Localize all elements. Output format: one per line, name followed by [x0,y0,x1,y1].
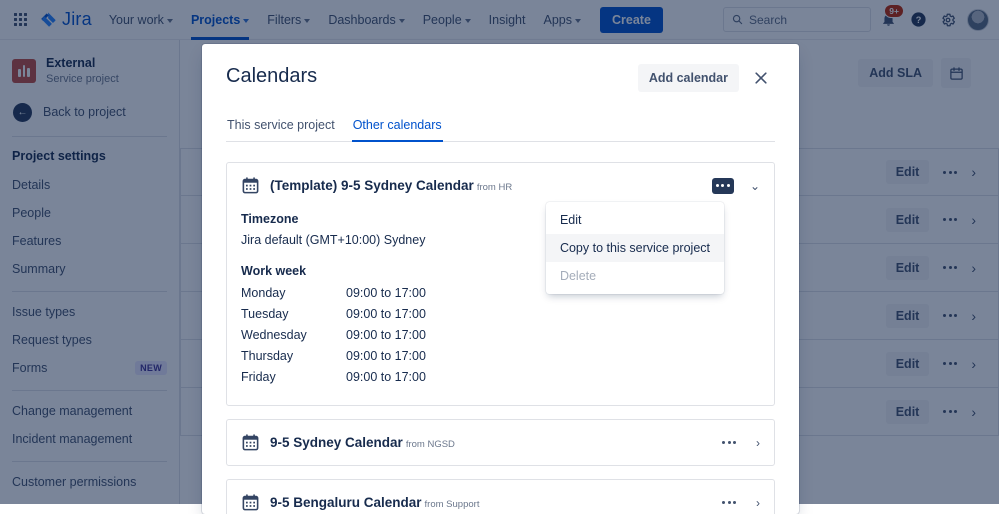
workweek-hours: 09:00 to 17:00 [346,370,426,384]
calendar-icon [241,493,260,512]
calendar-source: from Support [425,499,480,510]
workweek-hours: 09:00 to 17:00 [346,328,426,342]
modal-header: Calendars Add calendar This service proj… [202,44,799,142]
calendar-card-header[interactable]: 9-5 Bengaluru Calendarfrom Support › [227,480,774,514]
modal-body: (Template) 9-5 Sydney Calendarfrom HR ⌄ … [202,142,799,514]
calendar-name: 9-5 Bengaluru Calendar [270,495,422,510]
workweek-row: Friday 09:00 to 17:00 [241,366,760,387]
calendar-name: (Template) 9-5 Sydney Calendar [270,178,474,193]
calendar-source: from NGSD [406,439,455,450]
calendar-card-sydney: 9-5 Sydney Calendarfrom NGSD › [226,419,775,466]
workweek-day: Monday [241,286,346,300]
workweek-row: Tuesday 09:00 to 17:00 [241,303,760,324]
calendars-modal: Calendars Add calendar This service proj… [202,44,799,514]
workweek-day: Wednesday [241,328,346,342]
menu-item-edit[interactable]: Edit [546,206,724,234]
tab-other-calendars[interactable]: Other calendars [352,114,443,141]
calendar-card-header[interactable]: 9-5 Sydney Calendarfrom NGSD › [227,420,774,465]
chevron-right-icon[interactable]: › [756,437,760,449]
calendar-card-header[interactable]: (Template) 9-5 Sydney Calendarfrom HR ⌄ … [227,163,774,208]
workweek-day: Thursday [241,349,346,363]
calendar-name: 9-5 Sydney Calendar [270,435,403,450]
calendar-card-bengaluru: 9-5 Bengaluru Calendarfrom Support › [226,479,775,514]
menu-item-copy-to-this-service-project[interactable]: Copy to this service project [546,234,724,262]
chevron-right-icon[interactable]: › [756,497,760,509]
workweek-day: Tuesday [241,307,346,321]
add-calendar-button[interactable]: Add calendar [638,64,739,92]
workweek-hours: 09:00 to 17:00 [346,307,426,321]
more-dots-icon[interactable] [718,495,740,511]
calendar-icon [241,176,260,195]
workweek-day: Friday [241,370,346,384]
calendar-card-template-sydney: (Template) 9-5 Sydney Calendarfrom HR ⌄ … [226,162,775,406]
close-x-icon [754,71,768,85]
more-dots-icon[interactable] [712,178,734,194]
page-title: Calendars [226,64,638,88]
workweek-row: Thursday 09:00 to 17:00 [241,345,760,366]
more-dots-icon[interactable] [718,435,740,451]
workweek-hours: 09:00 to 17:00 [346,349,426,363]
workweek-hours: 09:00 to 17:00 [346,286,426,300]
menu-item-delete: Delete [546,262,724,290]
calendar-icon [241,433,260,452]
close-button[interactable] [747,64,775,92]
tab-this-service-project[interactable]: This service project [226,114,336,141]
chevron-down-icon[interactable]: ⌄ [750,180,760,192]
calendar-context-menu: Edit Copy to this service project Delete [546,202,724,294]
calendar-source: from HR [477,182,512,193]
modal-tabs: This service project Other calendars [226,114,775,142]
workweek-row: Wednesday 09:00 to 17:00 [241,324,760,345]
